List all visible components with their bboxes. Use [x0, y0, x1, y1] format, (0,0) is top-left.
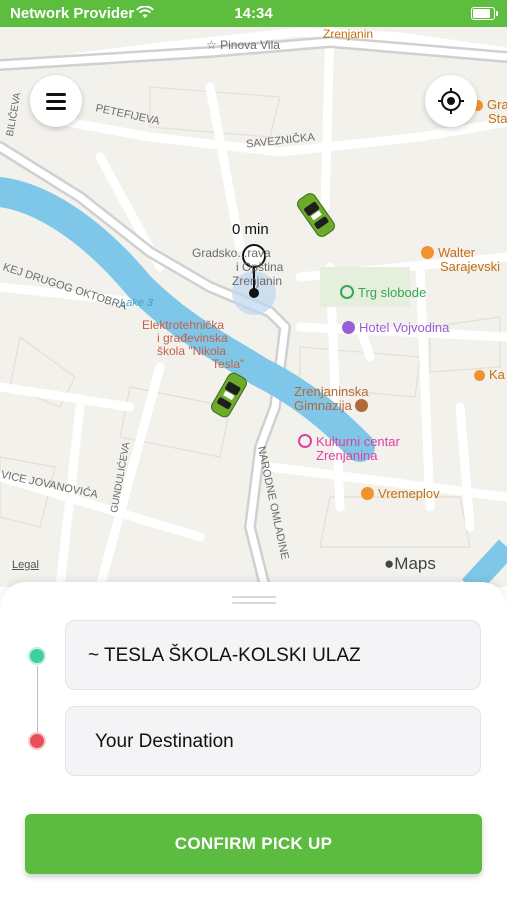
- status-bar: Network Provider 14:34: [0, 0, 507, 27]
- pickup-field[interactable]: ~ TESLA ŠKOLA-KOLSKI ULAZ: [65, 620, 481, 690]
- poi-kulturni-centar[interactable]: Zrenjanina: [316, 448, 377, 463]
- destination-placeholder: Your Destination: [95, 731, 234, 752]
- crosshair-icon: [438, 88, 464, 114]
- poi-hotel-vojvodina[interactable]: Hotel Vojvodina: [342, 320, 449, 335]
- poi-partial[interactable]: Gra: [472, 97, 507, 112]
- hamburger-icon: [46, 93, 66, 96]
- poi-vremeplov[interactable]: Vremeplov: [361, 486, 440, 501]
- destination-dot-icon: [28, 732, 46, 750]
- eta-label: 0 min: [232, 221, 269, 238]
- poi-school[interactable]: Tesla": [212, 357, 244, 371]
- poi-walter[interactable]: Walter: [421, 245, 475, 260]
- poi-label: i Opština: [236, 260, 284, 274]
- poi-partial[interactable]: Sta: [488, 111, 507, 126]
- poi-label: Zrenjanin: [232, 274, 283, 288]
- sheet-grabber[interactable]: [232, 596, 276, 598]
- legal-link[interactable]: Legal: [12, 559, 39, 571]
- pickup-dot-icon: [28, 647, 46, 665]
- poi-school[interactable]: škola "Nikola: [157, 344, 226, 358]
- menu-button[interactable]: [30, 75, 82, 127]
- map-view[interactable]: ☆ Pinova Vila Zrenjanin PETEFIJEVA SAVEZ…: [0, 27, 507, 587]
- poi-label: Gradsko...rava: [192, 246, 271, 260]
- water-label: Lake 3: [120, 297, 154, 309]
- poi-school[interactable]: Elektrotehnička: [142, 318, 224, 332]
- confirm-pickup-button[interactable]: CONFIRM PICK UP: [25, 814, 482, 874]
- poi-kulturni-centar[interactable]: Kulturni centar: [298, 434, 400, 449]
- route-connector: [37, 666, 38, 734]
- poi-partial[interactable]: Ka: [474, 367, 505, 382]
- battery-icon: [471, 7, 498, 20]
- hamburger-icon-line: [46, 107, 66, 110]
- destination-field[interactable]: Your Destination: [65, 706, 481, 776]
- poi-trg-slobode[interactable]: Trg slobode: [340, 285, 426, 300]
- sheet-grabber-line[interactable]: [232, 602, 276, 604]
- pickup-value: ~ TESLA ŠKOLA-KOLSKI ULAZ: [88, 645, 361, 666]
- poi-school[interactable]: i građevinska: [157, 331, 228, 345]
- status-time: 14:34: [234, 5, 273, 22]
- apple-icon: ●: [384, 554, 395, 573]
- street-label: ☆ Pinova Vila: [206, 38, 280, 52]
- poi-gimnazija[interactable]: Gimnazija: [294, 398, 372, 413]
- poi-walter[interactable]: Sarajevski: [440, 259, 500, 274]
- poi-gimnazija[interactable]: Zrenjaninska: [294, 384, 368, 399]
- street-label: Zrenjanin: [323, 27, 374, 41]
- locate-me-button[interactable]: [425, 75, 477, 127]
- maps-brand: ●Maps: [384, 554, 436, 573]
- hamburger-icon-line: [46, 100, 66, 103]
